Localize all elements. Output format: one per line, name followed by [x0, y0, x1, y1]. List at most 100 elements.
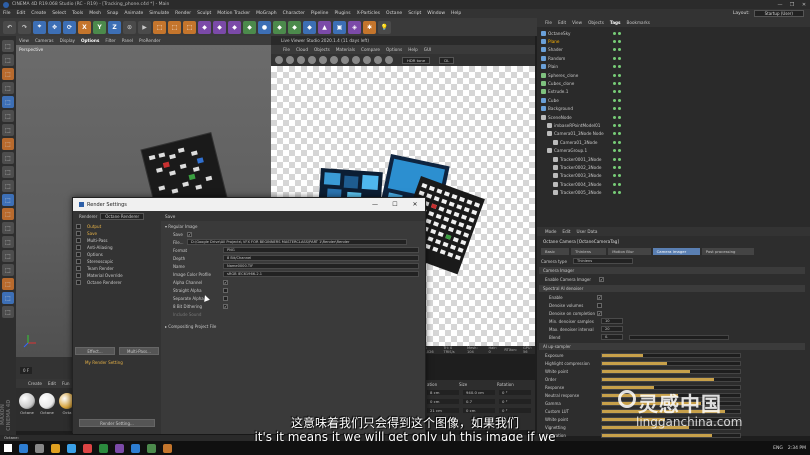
blend-field[interactable]: 0.	[601, 334, 623, 340]
object-row[interactable]: CameraGroup.1	[547, 147, 621, 155]
left-tool-9[interactable]: ⬚	[2, 166, 14, 178]
menu-sculpt[interactable]: Sculpt	[197, 11, 211, 16]
left-tool-6[interactable]: ⬚	[2, 124, 14, 136]
visibility-dot-icon[interactable]	[613, 165, 616, 169]
left-tool-0[interactable]: ⬚	[2, 40, 14, 52]
toolbar-button-5[interactable]: X	[78, 20, 91, 34]
toolbar-button-23[interactable]: ◈	[348, 20, 361, 34]
file-path-field[interactable]: D:\Google Drive\All Projects\ VFX FOR BE…	[187, 239, 407, 245]
rs-item-anti-aliasing[interactable]: Anti-Aliasing	[87, 244, 113, 251]
taskbar-app-icon[interactable]	[51, 443, 60, 453]
left-tool-14[interactable]: ⬚	[2, 236, 14, 248]
attribute-menu-edit[interactable]: Edit	[562, 229, 570, 234]
dither-checkbox[interactable]: ✓	[223, 304, 228, 309]
rs-item-team-render[interactable]: Team Render	[87, 265, 114, 272]
coordinate-field[interactable]: 21 cm	[427, 408, 459, 413]
pick-material-icon[interactable]	[352, 56, 360, 64]
toolbar-button-15[interactable]: ◆	[228, 20, 241, 34]
menu-window[interactable]: Window	[427, 11, 445, 16]
object-row[interactable]: Extrude.1	[541, 88, 621, 96]
blend-slider[interactable]	[629, 335, 729, 340]
menu-select[interactable]: Select	[52, 11, 66, 16]
menu-character[interactable]: Character	[283, 11, 305, 16]
visibility-dot-icon[interactable]	[613, 65, 616, 69]
pause-render-icon[interactable]	[297, 56, 305, 64]
spectral-denoiser-section[interactable]: Spectral AI denoiser	[539, 285, 805, 292]
menu-tools[interactable]: Tools	[72, 11, 83, 16]
attr-white-point-slider[interactable]	[601, 369, 741, 374]
object-menu-file[interactable]: File	[545, 20, 552, 25]
menu-animate[interactable]: Animate	[124, 11, 143, 16]
object-row[interactable]: Random	[541, 54, 621, 62]
kernel-dropdown[interactable]: DL	[439, 56, 455, 64]
visibility-dot-icon[interactable]	[613, 81, 616, 85]
enable-camera-imager-checkbox[interactable]: ✓	[599, 277, 604, 282]
viewport-menu-panel[interactable]: Panel	[122, 38, 133, 43]
camera-type-dropdown[interactable]: Thinlens	[573, 258, 633, 264]
object-row[interactable]: Tracker0005_3Node	[553, 189, 621, 197]
rs-item-checkbox[interactable]	[76, 273, 81, 278]
render-dot-icon[interactable]	[618, 132, 621, 136]
render-dot-icon[interactable]	[618, 98, 621, 102]
attr-exposure-slider[interactable]	[601, 353, 741, 358]
coordinate-field[interactable]: 8 cm	[427, 390, 459, 395]
rs-item-checkbox[interactable]	[76, 259, 81, 264]
region-render-icon[interactable]	[330, 56, 338, 64]
denoise-on-completion-checkbox[interactable]: ✓	[597, 311, 602, 316]
object-row[interactable]: imbaseRPointModel01	[547, 121, 621, 129]
taskbar-app-icon[interactable]	[147, 443, 156, 453]
taskbar-app-icon[interactable]	[35, 443, 44, 453]
rs-item-checkbox[interactable]	[76, 224, 81, 229]
left-tool-3[interactable]: ⬚	[2, 82, 14, 94]
menu-pipeline[interactable]: Pipeline	[311, 11, 329, 16]
render-dot-icon[interactable]	[618, 90, 621, 94]
file-button[interactable]: File...	[173, 239, 184, 246]
visibility-dot-icon[interactable]	[613, 90, 616, 94]
menu-render[interactable]: Render	[175, 11, 191, 16]
render-dot-icon[interactable]	[618, 149, 621, 153]
menu-help[interactable]: Help	[451, 11, 461, 16]
object-row[interactable]: Tracker0003_3Node	[553, 172, 621, 180]
toolbar-button-0[interactable]: ↶	[3, 20, 16, 34]
left-tool-15[interactable]: ⬚	[2, 250, 14, 262]
toolbar-button-9[interactable]: ▶	[138, 20, 151, 34]
live-viewer-menu-compare[interactable]: Compare	[361, 47, 380, 52]
min-denoiser-samples-field[interactable]: 10	[601, 318, 623, 324]
render-dot-icon[interactable]	[618, 48, 621, 52]
format-dropdown[interactable]: PNG	[223, 247, 419, 253]
left-tool-10[interactable]: ⬚	[2, 180, 14, 192]
channel-icon[interactable]	[385, 56, 393, 64]
straight-alpha-checkbox[interactable]	[223, 288, 228, 293]
language-indicator[interactable]: ENG	[773, 446, 783, 451]
live-viewer-menu-cloud[interactable]: Cloud	[296, 47, 308, 52]
render-dot-icon[interactable]	[618, 31, 621, 35]
toolbar-button-21[interactable]: ▲	[318, 20, 331, 34]
rs-item-checkbox[interactable]	[76, 266, 81, 271]
viewport-menu-filter[interactable]: Filter	[105, 38, 115, 43]
rs-item-stereoscopic[interactable]: Stereoscopic	[87, 258, 113, 265]
menu-plugins[interactable]: Plugins	[334, 11, 350, 16]
layout-dropdown[interactable]: Startup (User)	[753, 10, 804, 17]
menu-script[interactable]: Script	[408, 11, 421, 16]
hdr-tone-dropdown[interactable]: HDR tone	[402, 56, 431, 64]
left-tool-7[interactable]: ⬚	[2, 138, 14, 150]
left-tool-17[interactable]: ⬚	[2, 278, 14, 290]
tab-thinlens[interactable]: Thinlens	[571, 248, 607, 255]
taskbar-app-icon[interactable]	[83, 443, 92, 453]
toolbar-button-17[interactable]: ●	[258, 20, 271, 34]
attribute-menu-mode[interactable]: Mode	[545, 229, 556, 234]
toolbar-button-25[interactable]: 💡	[378, 20, 391, 34]
toolbar-button-19[interactable]: ◆	[288, 20, 301, 34]
depth-dropdown[interactable]: 8 Bit/Channel	[223, 255, 419, 261]
coordinate-field[interactable]: 940.0 cm	[463, 390, 495, 395]
minimize-button[interactable]: —	[774, 2, 786, 8]
rs-item-octane-renderer[interactable]: Octane Renderer	[87, 279, 122, 286]
object-row[interactable]: Plane	[541, 37, 621, 45]
taskbar-app-icon[interactable]	[67, 443, 76, 453]
tab-post-processing[interactable]: Post processing	[701, 248, 754, 255]
toolbar-button-18[interactable]: ◆	[273, 20, 286, 34]
taskbar-app-icon[interactable]	[99, 443, 108, 453]
toolbar-button-14[interactable]: ◆	[213, 20, 226, 34]
visibility-dot-icon[interactable]	[613, 31, 616, 35]
left-tool-12[interactable]: ⬚	[2, 208, 14, 220]
